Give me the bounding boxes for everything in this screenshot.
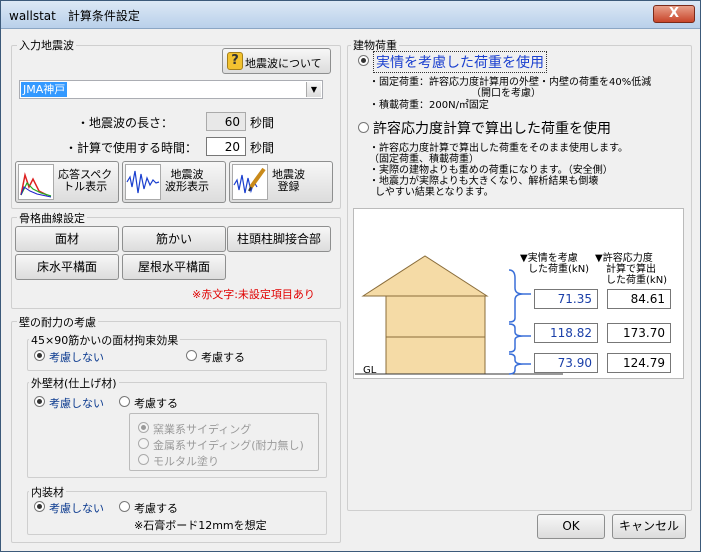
calc-load-label[interactable]: 許容応力度計算で算出した荷重を使用 (373, 118, 611, 138)
exterior-label: 外壁材(仕上げ材) (29, 375, 119, 391)
calc-load-roof: 84.61 (607, 289, 671, 309)
close-button[interactable]: X (653, 5, 695, 23)
quake-wave-value: JMA神戸 (21, 82, 68, 97)
mortar-label[interactable]: モルタル塗り (153, 453, 219, 469)
second-load-bracket (508, 323, 524, 353)
column-joint-button[interactable]: 柱頭柱脚接合部 (227, 226, 331, 252)
calc-load-radio[interactable] (358, 122, 369, 133)
spectrum-button-label: 応答スペク トル表示 (58, 168, 113, 193)
quake-length-label: ・地震波の長さ： (77, 116, 174, 130)
exterior-yes-radio[interactable] (119, 396, 130, 407)
brace-restraint-label: 45×90筋かいの面材拘束効果 (29, 332, 181, 348)
house-upper-floor (385, 295, 486, 338)
unset-note: ※赤文字:未設定項目あり (192, 288, 315, 301)
brace-button[interactable]: 筋かい (122, 226, 226, 252)
roof-plane-button[interactable]: 屋根水平構面 (122, 254, 226, 280)
calc-load-second: 173.70 (607, 323, 671, 343)
title-bar: wallstat 計算条件設定 X (1, 1, 700, 29)
exterior-yes-label[interactable]: 考慮する (134, 395, 178, 411)
dropdown-arrow-icon[interactable]: ▼ (306, 82, 321, 97)
calc-note-5: しやすい結果となります。 (375, 187, 494, 198)
house-lower-floor (385, 336, 486, 375)
waveform-icon (125, 164, 161, 200)
metal-siding-radio[interactable] (138, 438, 149, 449)
brace-restraint-yes-radio[interactable] (186, 350, 197, 361)
floor-plane-button[interactable]: 床水平構面 (15, 254, 119, 280)
brace-restraint-yes-label[interactable]: 考慮する (201, 349, 245, 365)
quake-wave-select[interactable]: JMA神戸 ▼ (19, 80, 323, 99)
panel-material-button[interactable]: 面材 (15, 226, 119, 252)
roof-load-bracket (508, 269, 524, 323)
cancel-button[interactable]: キャンセル (612, 514, 686, 539)
actual-load-label[interactable]: 実情を考慮した荷重を使用 (373, 51, 547, 73)
about-quake-button[interactable]: ? 地震波について (222, 48, 331, 74)
quake-group-label: 入力地震波 (17, 37, 76, 53)
waveform-button[interactable]: 地震波 波形表示 (122, 161, 226, 203)
ok-button[interactable]: OK (537, 514, 605, 539)
ceramic-siding-radio[interactable] (138, 422, 149, 433)
first-load-bracket (508, 353, 524, 375)
register-wave-button[interactable]: 地震波 登録 (229, 161, 333, 203)
spectrum-chart-icon (18, 164, 54, 200)
gl-label: GL (363, 365, 377, 376)
metal-siding-label[interactable]: 金属系サイディング(耐力無し) (153, 437, 304, 453)
quake-length-value: 60 (206, 112, 246, 131)
interior-no-label[interactable]: 考慮しない (49, 500, 104, 516)
calc-time-label: ・計算で使用する時間： (65, 141, 198, 155)
calc-load-first: 124.79 (607, 353, 671, 373)
brace-restraint-no-radio[interactable] (34, 350, 45, 361)
spectrum-button[interactable]: 応答スペク トル表示 (15, 161, 119, 203)
brace-restraint-no-label[interactable]: 考慮しない (49, 349, 104, 365)
skeleton-group-label: 骨格曲線設定 (17, 210, 87, 226)
actual-load-first: 73.90 (534, 353, 598, 373)
calc-col-header-3: した荷重(kN) (606, 275, 668, 286)
dialog-window: wallstat 計算条件設定 X 入力地震波 ? 地震波について JMA神戸 … (0, 0, 701, 552)
exterior-no-label[interactable]: 考慮しない (49, 395, 104, 411)
register-wave-button-label: 地震波 登録 (272, 168, 305, 193)
actual-note-3: ・積載荷重：200N/㎡固定 (369, 100, 489, 111)
about-quake-label: 地震波について (245, 57, 322, 70)
register-wave-icon (232, 164, 268, 200)
actual-load-second: 118.82 (534, 323, 598, 343)
interior-label: 内装材 (29, 484, 66, 500)
waveform-button-label: 地震波 波形表示 (165, 168, 209, 193)
quake-length-unit: 秒間 (250, 116, 275, 130)
exterior-no-radio[interactable] (34, 396, 45, 407)
interior-yes-label[interactable]: 考慮する (134, 500, 178, 516)
interior-no-radio[interactable] (34, 501, 45, 512)
interior-yes-radio[interactable] (119, 501, 130, 512)
help-icon: ? (227, 52, 243, 70)
actual-load-roof: 71.35 (534, 289, 598, 309)
actual-load-radio[interactable] (358, 55, 369, 66)
calc-time-unit: 秒間 (250, 141, 275, 155)
actual-col-header-2: した荷重(kN) (528, 264, 590, 275)
ceramic-siding-label[interactable]: 窯業系サイディング (153, 421, 251, 437)
mortar-radio[interactable] (138, 454, 149, 465)
wall-group-label: 壁の耐力の考慮 (17, 314, 98, 330)
house-roof (361, 255, 489, 297)
calc-time-input[interactable]: 20 (206, 137, 246, 156)
window-title: wallstat 計算条件設定 (9, 9, 140, 23)
gypsum-note: ※石膏ボード12mmを想定 (134, 519, 267, 532)
